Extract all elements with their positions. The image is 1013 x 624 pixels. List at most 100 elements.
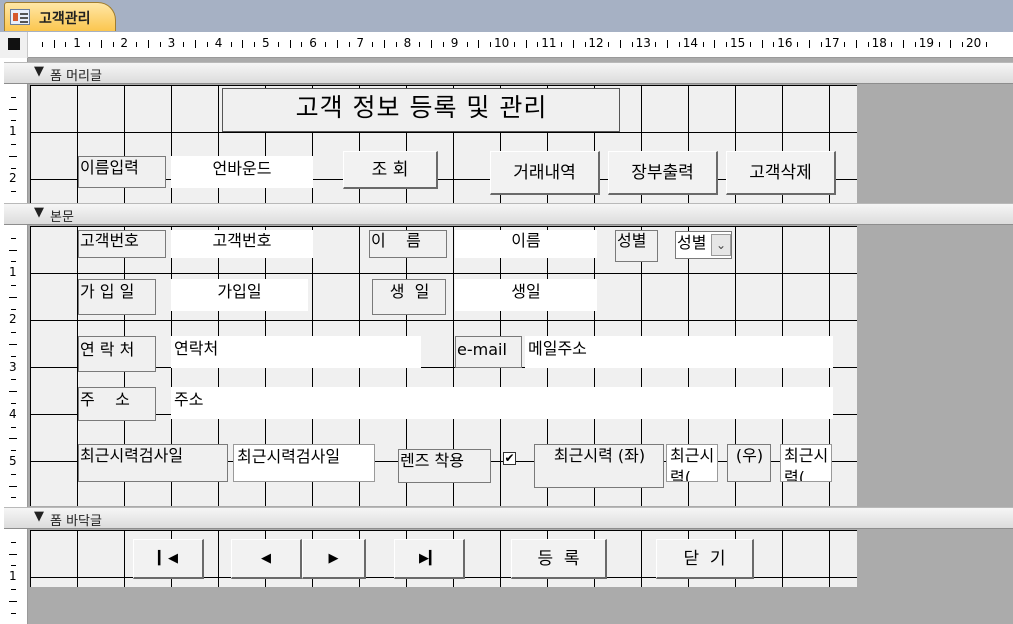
gender-label: 성별 — [615, 230, 658, 262]
ruler-tick — [608, 42, 610, 47]
chevron-down-icon[interactable]: ⌄ — [711, 234, 731, 256]
right-eye-vision-field[interactable]: 최근시력( — [780, 444, 832, 482]
ruler-number: 20 — [966, 36, 982, 50]
ruler-tick — [9, 108, 17, 110]
ruler-tick — [702, 42, 704, 47]
ruler-tick — [9, 485, 17, 487]
footer-section-arrow-icon: ▼ — [34, 509, 44, 524]
name-field[interactable]: 이름 — [455, 230, 597, 258]
ruler-tick — [9, 553, 17, 555]
ruler-tick — [844, 42, 846, 47]
ruler-tick — [89, 42, 90, 47]
form-selector[interactable] — [0, 32, 28, 58]
footer-section-bar[interactable]: ▼ 폼 바닥글 — [4, 507, 1013, 529]
last-record-button[interactable]: ▶▎ — [394, 539, 465, 579]
ruler-number: 4 — [214, 36, 223, 50]
ruler-tick — [9, 249, 17, 251]
customer-id-field[interactable]: 고객번호 — [171, 230, 313, 258]
ruler-tick — [797, 42, 798, 47]
ruler-tick — [289, 40, 291, 48]
ruler-tick — [419, 42, 421, 47]
delete-customer-button[interactable]: 고객삭제 — [726, 151, 836, 195]
ruler-tick — [9, 391, 17, 393]
ruler-tick — [525, 40, 527, 48]
left-eye-vision-label: 최근시력 (좌) — [534, 444, 664, 488]
ruler-tick — [820, 42, 822, 47]
ruler-tick — [11, 355, 16, 357]
search-button[interactable]: 조 회 — [343, 151, 438, 189]
previous-record-button[interactable]: ◀ — [231, 539, 302, 579]
email-field[interactable]: 메일주소 — [525, 336, 833, 368]
birthday-field[interactable]: 생일 — [455, 279, 597, 311]
form-title: 고객 정보 등록 및 관리 — [222, 88, 620, 132]
form-selector-square-icon — [8, 38, 20, 50]
right-eye-vision-label: (우) — [727, 444, 771, 482]
ruler-tick — [11, 612, 16, 614]
header-section-bar[interactable]: ▼ 폼 머리글 — [4, 62, 1013, 84]
ruler-number: 14 — [682, 36, 699, 50]
next-record-icon: ▶ — [328, 551, 339, 566]
ruler-number: 8 — [403, 36, 412, 50]
ruler-tick — [11, 403, 16, 404]
ruler-tick — [773, 42, 775, 47]
form-tab[interactable]: 고객관리 — [4, 2, 116, 31]
next-record-button[interactable]: ▶ — [302, 539, 366, 579]
ruler-tick — [11, 450, 16, 452]
ruler-tick — [242, 40, 244, 48]
ruler-tick — [962, 42, 964, 47]
ruler-tick — [41, 42, 43, 47]
recent-eye-exam-label: 최근시력검사일 — [78, 444, 228, 482]
birthday-label: 생 일 — [372, 279, 446, 315]
lens-wearing-checkbox[interactable]: ✔ — [503, 452, 516, 465]
document-tab-bar: 고객관리 — [0, 0, 1013, 32]
ruler-number: 10 — [494, 36, 510, 50]
gender-combo[interactable]: 성별 ⌄ — [675, 231, 732, 259]
ruler-tick — [513, 42, 515, 47]
ruler-tick — [11, 379, 16, 381]
ruler-tick — [631, 42, 633, 47]
ruler-tick — [11, 261, 16, 263]
ruler-tick — [11, 120, 16, 122]
body-section-label: 본문 — [50, 210, 74, 225]
ruler-tick — [65, 42, 67, 47]
ruler-tick — [100, 40, 102, 48]
ruler-tick — [11, 285, 16, 286]
address-field[interactable]: 주소 — [171, 387, 833, 419]
ruler-tick — [372, 42, 374, 47]
ruler-tick — [11, 167, 16, 169]
ruler-tick — [891, 42, 893, 47]
body-section-bar[interactable]: ▼ 본문 — [4, 203, 1013, 225]
ruler-tick — [915, 42, 916, 47]
ruler-tick — [938, 42, 940, 47]
ruler-tick — [679, 42, 680, 47]
close-button[interactable]: 닫 기 — [656, 539, 754, 579]
ruler-tick — [431, 40, 433, 48]
ruler-tick — [11, 96, 16, 98]
transaction-history-button[interactable]: 거래내역 — [490, 151, 600, 195]
join-date-field[interactable]: 가입일 — [171, 279, 308, 311]
ruler-tick — [159, 42, 161, 47]
ruler-tick — [11, 541, 16, 543]
register-button[interactable]: 등 록 — [511, 539, 607, 579]
ruler-tick — [325, 42, 326, 47]
ruler-tick — [9, 600, 17, 602]
ruler-tick — [808, 40, 810, 48]
left-eye-vision-field[interactable]: 최근시력( — [666, 444, 718, 482]
ruler-number: 16 — [777, 36, 793, 50]
ruler-tick — [207, 42, 208, 47]
ruler-tick — [348, 42, 350, 47]
ruler-number: 4 — [9, 406, 17, 421]
print-ledger-button[interactable]: 장부출력 — [608, 151, 718, 195]
ruler-tick — [11, 589, 16, 590]
ruler-tick — [490, 42, 492, 47]
recent-eye-exam-field[interactable]: 최근시력검사일 — [233, 444, 375, 482]
first-record-button[interactable]: ▎◀ — [133, 539, 204, 579]
ruler-tick — [572, 40, 574, 48]
ruler-tick — [148, 40, 149, 48]
name-search-input[interactable]: 언바운드 — [171, 156, 313, 188]
ruler-number: 3 — [167, 36, 176, 50]
phone-label: 연 락 처 — [78, 336, 156, 372]
ruler-tick — [667, 40, 669, 48]
phone-field[interactable]: 연락처 — [171, 336, 421, 368]
join-date-label: 가 입 일 — [78, 279, 156, 315]
